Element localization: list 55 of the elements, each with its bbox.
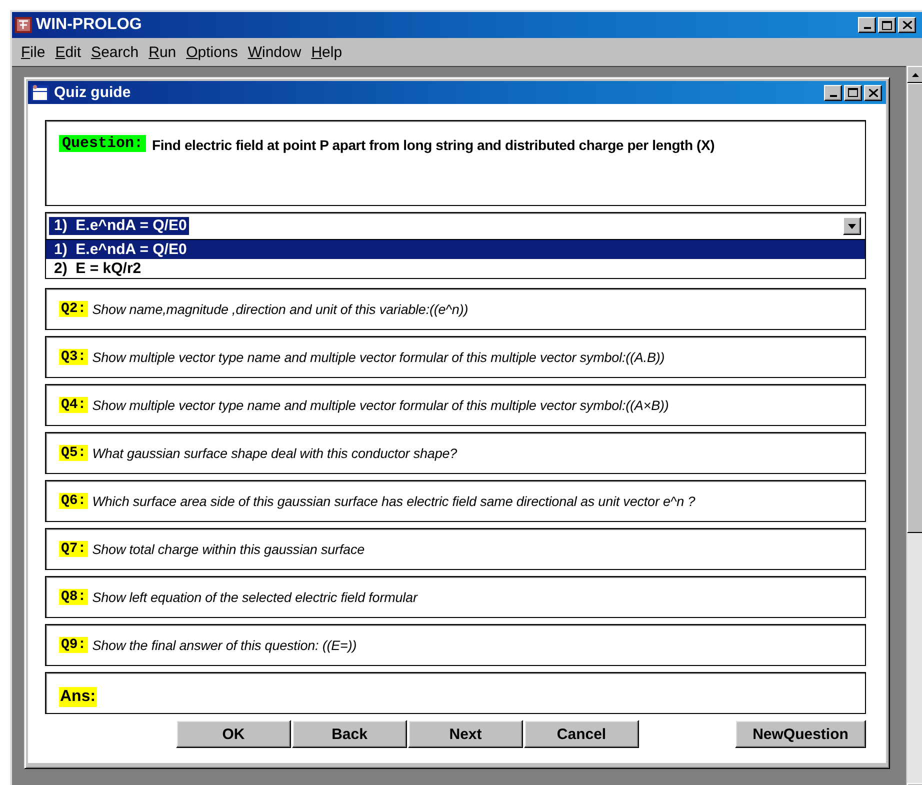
dropdown-button[interactable] [843,217,861,235]
minimize-icon [830,94,836,96]
window-icon [31,84,49,100]
scroll-up-button[interactable] [907,66,922,83]
menu-item[interactable]: Window [242,44,306,60]
question-number: Q8: [59,589,88,605]
answer-label: Ans: [59,687,97,707]
dialog-button[interactable]: Cancel [524,720,639,748]
menu-item[interactable]: Options [181,44,243,60]
menu-item[interactable]: File [16,44,50,60]
app-title: WIN-PROLOG [36,16,143,34]
question-number: Q7: [59,541,88,557]
close-button[interactable] [864,84,882,100]
question-number: Q6: [59,493,88,509]
question-number: Q9: [59,637,88,653]
question-number: Q3: [59,349,88,365]
maximize-icon [848,88,858,97]
formula-dropdown[interactable]: 1) E.e^ndA = Q/E0 [45,212,866,240]
question-number: Q2: [59,301,88,317]
dialog-button[interactable]: Back [292,720,407,748]
question-prompt: Show the final answer of this question: ((E=)) [92,638,357,652]
question-prompt: Show multiple vector type name and multiple vector formular of this multiple vector symbol:((A.B)) [92,350,665,364]
question-prompt: Show total charge within this gaussian surface [92,542,365,556]
dialog-button[interactable]: OK [176,720,291,748]
minimize-button[interactable] [858,17,876,33]
minimize-icon [864,27,870,29]
maximize-icon [882,20,892,30]
dialog-button[interactable]: Next [408,720,523,748]
maximize-button[interactable] [844,84,862,100]
up-arrow-icon [912,72,919,76]
minimize-button[interactable] [824,84,842,100]
menu-item[interactable]: Help [306,44,348,60]
question-prompt: Show left equation of the selected electric field formular [92,590,418,604]
dialog-title: Quiz guide [54,84,132,101]
formula-option[interactable]: 2) E = kQ/r2 [46,259,865,278]
maximize-button[interactable] [878,17,896,33]
close-icon [868,88,878,96]
answer-field[interactable]: Ans: [45,672,866,714]
formula-option[interactable]: 1) E.e^ndA = Q/E0 [46,240,865,259]
menu-item[interactable]: Edit [50,44,86,60]
question-prompt: Show name,magnitude ,direction and unit of this variable:((e^n)) [92,302,468,316]
close-icon [902,21,912,29]
question-prompt: Which surface area side of this gaussian surface has electric field same directional as unit vector e^n ? [92,494,696,508]
question-number: Q5: [59,445,88,461]
question-text: Find electric field at point P apart from long string and distributed charge per length (X) [152,137,715,153]
caret-icon [848,224,856,228]
question-prompt: What gaussian surface shape deal with this conductor shape? [92,446,458,460]
menu-item[interactable]: Search [86,44,144,60]
question-number: Q4: [59,397,88,413]
question-label: Question: [59,135,146,152]
new-question-button[interactable]: NewQuestion [735,720,866,748]
app-icon [15,17,32,33]
menu-item[interactable]: Run [144,44,182,60]
close-button[interactable] [898,17,916,33]
question-prompt: Show multiple vector type name and multiple vector formular of this multiple vector symbol:((A×B)) [92,398,669,412]
